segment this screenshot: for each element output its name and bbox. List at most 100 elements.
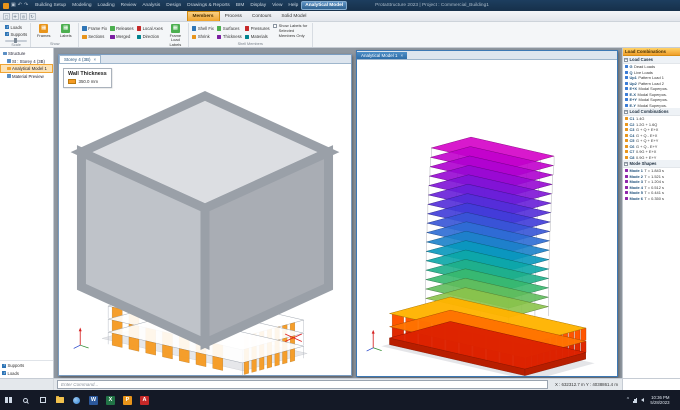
ctx-tab-members[interactable]: Members [187, 11, 220, 21]
button-shell-fix[interactable]: Shell Fix [192, 26, 214, 31]
sidebar-item-material-preview[interactable]: Material Preview [1, 73, 52, 80]
button-materials[interactable]: Materials [245, 34, 270, 39]
display-toggle-loads[interactable]: Loads [2, 370, 51, 376]
merged-icon [110, 35, 115, 40]
row-icon [625, 169, 628, 172]
rotate-tool-icon[interactable]: ↻ [29, 13, 36, 20]
row-code: Mode 1 [630, 168, 643, 173]
panel-header[interactable]: Load Combinations [623, 48, 680, 56]
select-tool-icon[interactable]: ▢ [3, 13, 10, 20]
ctx-tab-solid-model[interactable]: Solid Model [276, 11, 311, 21]
button-pressures[interactable]: Pressures [245, 26, 270, 31]
row-desc: T = 0.512 s [644, 185, 664, 190]
network-icon[interactable] [633, 398, 638, 403]
checkbox-icon[interactable] [2, 371, 6, 375]
tab-storey[interactable]: Storey 4 (3B) × [59, 55, 101, 63]
3d-view-mode-shapes[interactable] [357, 60, 617, 376]
taskbar-browser-icon[interactable] [68, 390, 85, 410]
ribbon-tab-bim[interactable]: BIM [233, 0, 248, 11]
ribbon-tab-analytical-model[interactable]: Analytical Model [301, 1, 347, 10]
collapse-icon[interactable]: − [624, 162, 628, 166]
collapse-icon[interactable]: − [624, 110, 628, 114]
window-tab-bar: Storey 4 (3B) × [59, 55, 351, 64]
display-toggle-supports[interactable]: Supports [2, 363, 51, 369]
toggle-loads[interactable]: Loads [5, 24, 27, 30]
sidebar-item-analytical-model-1[interactable]: Analytical Model 1 [1, 65, 52, 72]
taskbar-task-view-icon[interactable] [34, 390, 51, 410]
ribbon-tab-design[interactable]: Design [163, 0, 184, 11]
taskbar-search-icon[interactable] [17, 390, 34, 410]
sidebar-item-st-storey-4-3b[interactable]: St : Storey 4 (3B) [1, 58, 52, 65]
panel-section-mode-shapes[interactable]: −Mode Shapes [623, 160, 680, 168]
clock[interactable]: 10:36 PM 5/28/2023 [647, 395, 672, 406]
button-sections[interactable]: Sections [82, 34, 107, 39]
checkbox-icon[interactable] [2, 364, 6, 368]
button-local-axes[interactable]: Local Axes [137, 26, 163, 31]
ribbon-main-tabs: Building SetupModelingLoadingReviewAnaly… [32, 0, 347, 11]
row-code: C6 [630, 144, 635, 149]
row-icon [625, 71, 628, 74]
releases-icon [110, 26, 115, 31]
undo-icon[interactable]: ↶ [18, 3, 22, 8]
ribbon-tab-modeling[interactable]: Modeling [69, 0, 94, 11]
close-tab-icon[interactable]: × [401, 53, 404, 58]
button-frame-fix[interactable]: Frame Fix [82, 26, 107, 31]
row-code: E-Y [630, 103, 637, 108]
row-icon [625, 76, 628, 79]
ctx-tab-process[interactable]: Process [220, 11, 247, 21]
taskbar-pdf-icon[interactable]: A [136, 390, 153, 410]
button-direction[interactable]: Direction [137, 34, 163, 39]
quick-access-toolbar: ▣ ↶ ↷ [11, 3, 28, 8]
ribbon-tab-view[interactable]: View [269, 0, 285, 11]
button-releases[interactable]: Releases [110, 26, 133, 31]
button-surfaces[interactable]: Surfaces [217, 26, 242, 31]
view-cube[interactable] [59, 64, 351, 375]
button-merged[interactable]: Merged [110, 34, 133, 39]
ribbon-tab-loading[interactable]: Loading [95, 0, 118, 11]
button-shrink[interactable]: Shrink [192, 34, 214, 39]
volume-icon[interactable] [641, 398, 644, 402]
tree-node-icon [7, 59, 11, 63]
button-frame-load-labels[interactable]: ▦Frame Load Labels [166, 24, 185, 47]
checkbox-icon[interactable] [5, 32, 9, 36]
row-code: C1 [630, 116, 635, 121]
row-desc: Live Loads [634, 70, 653, 75]
redo-icon[interactable]: ↷ [24, 3, 28, 8]
sidebar-item-structure[interactable]: Structure [1, 50, 52, 57]
toggle-show-labels-for-selected-members-only[interactable]: Show Labels for Selected Members Only [273, 24, 309, 38]
checkbox-icon[interactable] [5, 25, 9, 29]
taskbar-word-icon[interactable]: W [85, 390, 102, 410]
command-input[interactable] [57, 380, 548, 389]
zoom-tool-icon[interactable]: ◎ [20, 13, 27, 20]
ctx-tab-contours[interactable]: Contours [247, 11, 276, 21]
button-thickness[interactable]: Thickness [217, 34, 242, 39]
row-desc: Pattern Load 2 [638, 81, 664, 86]
ribbon-tab-building-setup[interactable]: Building Setup [32, 0, 69, 11]
button-labels[interactable]: ▦Labels [56, 24, 75, 38]
scale-slider[interactable] [5, 40, 27, 42]
taskbar-start-icon[interactable] [0, 390, 17, 410]
ribbon-tab-analysis[interactable]: Analysis [139, 0, 163, 11]
ribbon-tab-drawings-reports[interactable]: Drawings & Reports [184, 0, 233, 11]
panel-section-load-combinations[interactable]: −Load Combinations [623, 108, 680, 116]
close-tab-icon[interactable]: × [94, 57, 97, 62]
panel-section-load-cases[interactable]: −Load Cases [623, 56, 680, 64]
app-window: ▣ ↶ ↷ Building SetupModelingLoadingRevie… [0, 0, 680, 410]
tab-analytical-model[interactable]: Analytical Model 1 × [357, 52, 407, 59]
row-code: Mode 4 [630, 185, 643, 190]
ribbon-tab-review[interactable]: Review [118, 0, 140, 11]
checkbox-icon[interactable] [273, 24, 277, 28]
ribbon-tab-display[interactable]: Display [247, 0, 269, 11]
ribbon-tab-help[interactable]: Help [285, 0, 301, 11]
app-logo-icon [3, 3, 9, 9]
pan-tool-icon[interactable]: ✛ [12, 13, 19, 20]
save-icon[interactable]: ▣ [11, 3, 16, 8]
toggle-supports[interactable]: Supports [5, 31, 27, 37]
tray-chevron-icon[interactable]: ^ [627, 398, 629, 403]
panel-row-mode-6[interactable]: Mode 6T = 0.350 s [623, 196, 680, 202]
taskbar-file-explorer-icon[interactable] [51, 390, 68, 410]
taskbar-protastructure-icon[interactable]: P [119, 390, 136, 410]
button-frames[interactable]: ▦Frames [34, 24, 53, 38]
collapse-icon[interactable]: − [624, 58, 628, 62]
taskbar-excel-icon[interactable]: X [102, 390, 119, 410]
